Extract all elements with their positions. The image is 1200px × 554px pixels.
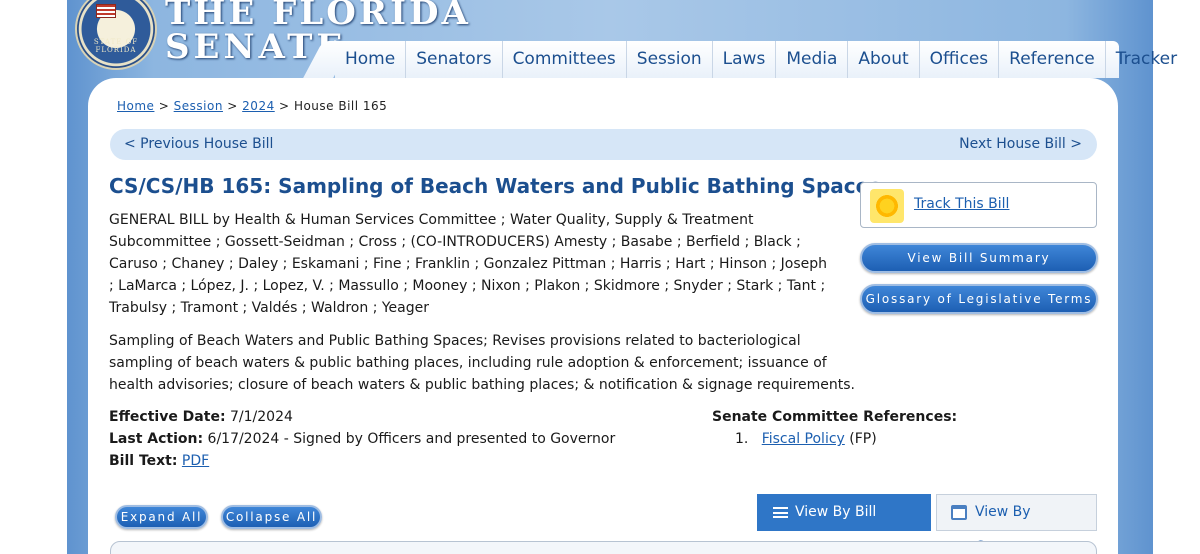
bill-navigation-bar: < Previous House Bill Next House Bill > xyxy=(110,129,1097,160)
nav-senators[interactable]: Senators xyxy=(406,41,503,78)
breadcrumb: Home > Session > 2024 > House Bill 165 xyxy=(117,99,387,113)
main-nav: Home Senators Committees Session Laws Me… xyxy=(335,41,1177,78)
calendar-icon xyxy=(951,505,967,520)
seal-text: STATE OF FLORIDA xyxy=(93,38,139,54)
collapse-all-button[interactable]: Collapse All xyxy=(221,505,322,529)
flag-icon xyxy=(96,4,116,18)
breadcrumb-separator: > xyxy=(279,99,290,113)
menu-icon xyxy=(773,507,788,518)
bill-text-label: Bill Text: xyxy=(109,453,178,469)
sun-icon xyxy=(870,189,904,223)
page-title: CS/CS/HB 165: Sampling of Beach Waters a… xyxy=(109,174,882,198)
nav-home[interactable]: Home xyxy=(335,41,407,78)
nav-laws[interactable]: Laws xyxy=(713,41,777,78)
previous-bill-link[interactable]: < Previous House Bill xyxy=(124,136,273,152)
brand-line-1: THE FLORIDA xyxy=(165,0,471,33)
nav-about[interactable]: About xyxy=(848,41,920,78)
track-this-bill-link[interactable]: Track This Bill xyxy=(914,196,1009,212)
breadcrumb-separator: > xyxy=(227,99,238,113)
bill-facts: Effective Date: 7/1/2024 Last Action: 6/… xyxy=(109,406,615,472)
bill-sponsors: GENERAL BILL by Health & Human Services … xyxy=(109,212,828,316)
breadcrumb-home[interactable]: Home xyxy=(117,99,154,113)
committee-references-heading: Senate Committee References: xyxy=(712,409,958,425)
committee-number: 1. xyxy=(735,431,749,447)
nav-tracker[interactable]: Tracker xyxy=(1106,41,1187,78)
nav-reference[interactable]: Reference xyxy=(999,41,1106,78)
bill-text-row: Bill Text: PDF xyxy=(109,450,615,472)
effective-date-value: 7/1/2024 xyxy=(230,409,293,425)
glossary-button[interactable]: Glossary of Legislative Terms xyxy=(860,284,1098,314)
track-this-bill-box[interactable]: Track This Bill xyxy=(860,182,1097,228)
nav-session[interactable]: Session xyxy=(627,41,713,78)
last-action-value: 6/17/2024 - Signed by Officers and prese… xyxy=(207,431,616,447)
last-action-row: Last Action: 6/17/2024 - Signed by Offic… xyxy=(109,428,615,450)
nav-committees[interactable]: Committees xyxy=(503,41,627,78)
breadcrumb-year[interactable]: 2024 xyxy=(242,99,275,113)
last-action-label: Last Action: xyxy=(109,431,204,447)
view-by-category-tab[interactable]: View By Category xyxy=(936,494,1097,554)
bill-summary-text: Sampling of Beach Waters and Public Bath… xyxy=(109,333,856,393)
breadcrumb-current: House Bill 165 xyxy=(293,99,388,113)
next-bill-link[interactable]: Next House Bill > xyxy=(959,136,1082,152)
effective-date-label: Effective Date: xyxy=(109,409,226,425)
view-bill-summary-button[interactable]: View Bill Summary xyxy=(860,243,1098,273)
bill-history-section-header[interactable] xyxy=(110,541,1097,554)
nav-offices[interactable]: Offices xyxy=(920,41,1000,78)
breadcrumb-separator: > xyxy=(158,99,170,113)
committee-reference-item: 1. Fiscal Policy (FP) xyxy=(712,428,957,450)
committee-code: (FP) xyxy=(849,431,877,447)
bill-text-pdf-link[interactable]: PDF xyxy=(182,453,209,469)
expand-all-button[interactable]: Expand All xyxy=(115,505,208,529)
nav-media[interactable]: Media xyxy=(776,41,849,78)
committee-link-fiscal-policy[interactable]: Fiscal Policy xyxy=(762,431,845,447)
view-by-bill-version-tab[interactable]: View By Bill Version xyxy=(757,494,931,554)
breadcrumb-session[interactable]: Session xyxy=(174,99,223,113)
committee-references: Senate Committee References: 1. Fiscal P… xyxy=(712,406,957,450)
effective-date-row: Effective Date: 7/1/2024 xyxy=(109,406,615,428)
